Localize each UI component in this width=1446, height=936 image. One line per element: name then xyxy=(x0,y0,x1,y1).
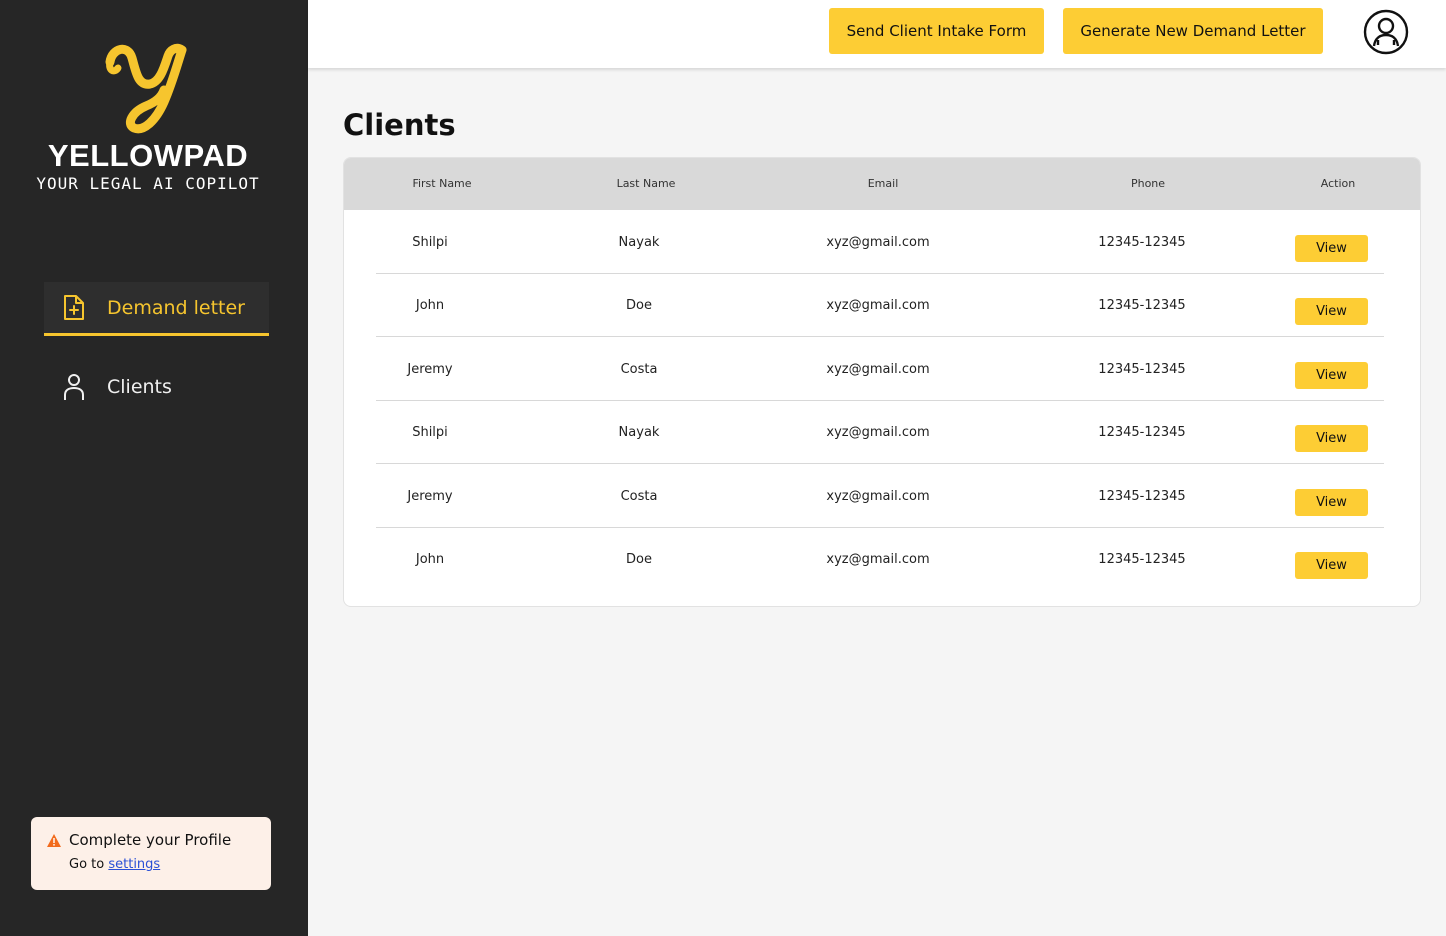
cell-email: xyz@gmail.com xyxy=(826,552,930,567)
page-title: Clients xyxy=(343,108,456,142)
cell-first-name: John xyxy=(415,298,445,313)
top-bar: Send Client Intake Form Generate New Dem… xyxy=(308,0,1446,68)
cell-phone: 12345-12345 xyxy=(1098,362,1186,377)
cell-first-name: John xyxy=(415,552,445,567)
view-button[interactable]: View xyxy=(1295,489,1368,516)
brand-tagline: YOUR LEGAL AI COPILOT xyxy=(36,174,260,193)
view-button[interactable]: View xyxy=(1295,235,1368,262)
clients-table: First Name Last Name Email Phone Action … xyxy=(343,157,1421,607)
cell-phone: 12345-12345 xyxy=(1098,298,1186,313)
warning-icon xyxy=(47,833,61,847)
cell-phone: 12345-12345 xyxy=(1098,489,1186,504)
sidebar: YELLOWPAD YOUR LEGAL AI COPILOT Demand l… xyxy=(0,0,308,936)
table-row: Shilpi Nayak xyz@gmail.com 12345-12345 V… xyxy=(376,401,1384,464)
cell-email: xyz@gmail.com xyxy=(826,235,930,250)
cell-email: xyz@gmail.com xyxy=(826,489,930,504)
column-header-phone: Phone xyxy=(1130,177,1166,190)
cell-phone: 12345-12345 xyxy=(1098,552,1186,567)
column-header-email: Email xyxy=(867,177,899,190)
cell-email: xyz@gmail.com xyxy=(826,298,930,313)
cell-email: xyz@gmail.com xyxy=(826,425,930,440)
cell-last-name: Doe xyxy=(626,552,652,567)
send-client-intake-form-button[interactable]: Send Client Intake Form xyxy=(829,8,1044,54)
profile-card-title: Complete your Profile xyxy=(69,831,232,849)
table-header: First Name Last Name Email Phone Action xyxy=(344,158,1420,210)
cell-first-name: Shilpi xyxy=(412,425,448,440)
settings-link[interactable]: settings xyxy=(108,857,160,872)
profile-card-prefix: Go to xyxy=(69,857,105,872)
cell-phone: 12345-12345 xyxy=(1098,235,1186,250)
user-circle-icon[interactable] xyxy=(1363,9,1409,55)
brand-logo[interactable]: YELLOWPAD YOUR LEGAL AI COPILOT xyxy=(0,40,296,193)
column-header-first-name: First Name xyxy=(412,177,472,190)
sidebar-item-label: Clients xyxy=(107,376,172,398)
cell-last-name: Nayak xyxy=(618,425,660,440)
sidebar-item-demand-letter[interactable]: Demand letter xyxy=(44,282,269,336)
view-button[interactable]: View xyxy=(1295,362,1368,389)
cell-first-name: Shilpi xyxy=(412,235,448,250)
view-button[interactable]: View xyxy=(1295,298,1368,325)
column-header-last-name: Last Name xyxy=(616,177,676,190)
table-row: Shilpi Nayak xyz@gmail.com 12345-12345 V… xyxy=(376,211,1384,274)
table-row: Jeremy Costa xyz@gmail.com 12345-12345 V… xyxy=(376,338,1384,401)
cell-last-name: Costa xyxy=(620,489,658,504)
sidebar-item-clients[interactable]: Clients xyxy=(44,360,269,414)
cell-phone: 12345-12345 xyxy=(1098,425,1186,440)
table-row: John Doe xyz@gmail.com 12345-12345 View xyxy=(376,528,1384,591)
cell-email: xyz@gmail.com xyxy=(826,362,930,377)
cell-last-name: Nayak xyxy=(618,235,660,250)
column-header-action: Action xyxy=(1320,177,1356,190)
cell-first-name: Jeremy xyxy=(407,362,453,377)
table-row: Jeremy Costa xyz@gmail.com 12345-12345 V… xyxy=(376,465,1384,528)
complete-profile-card: Complete your Profile Go to settings xyxy=(31,817,271,890)
view-button[interactable]: View xyxy=(1295,425,1368,452)
table-row: John Doe xyz@gmail.com 12345-12345 View xyxy=(376,274,1384,337)
cell-first-name: Jeremy xyxy=(407,489,453,504)
yellowpad-logo-mark xyxy=(105,43,187,134)
generate-new-demand-letter-button[interactable]: Generate New Demand Letter xyxy=(1063,8,1323,54)
user-icon xyxy=(62,373,86,401)
cell-last-name: Costa xyxy=(620,362,658,377)
sidebar-item-label: Demand letter xyxy=(107,296,245,319)
brand-name: YELLOWPAD xyxy=(47,138,249,173)
view-button[interactable]: View xyxy=(1295,552,1368,579)
document-plus-icon xyxy=(62,294,86,322)
cell-last-name: Doe xyxy=(626,298,652,313)
